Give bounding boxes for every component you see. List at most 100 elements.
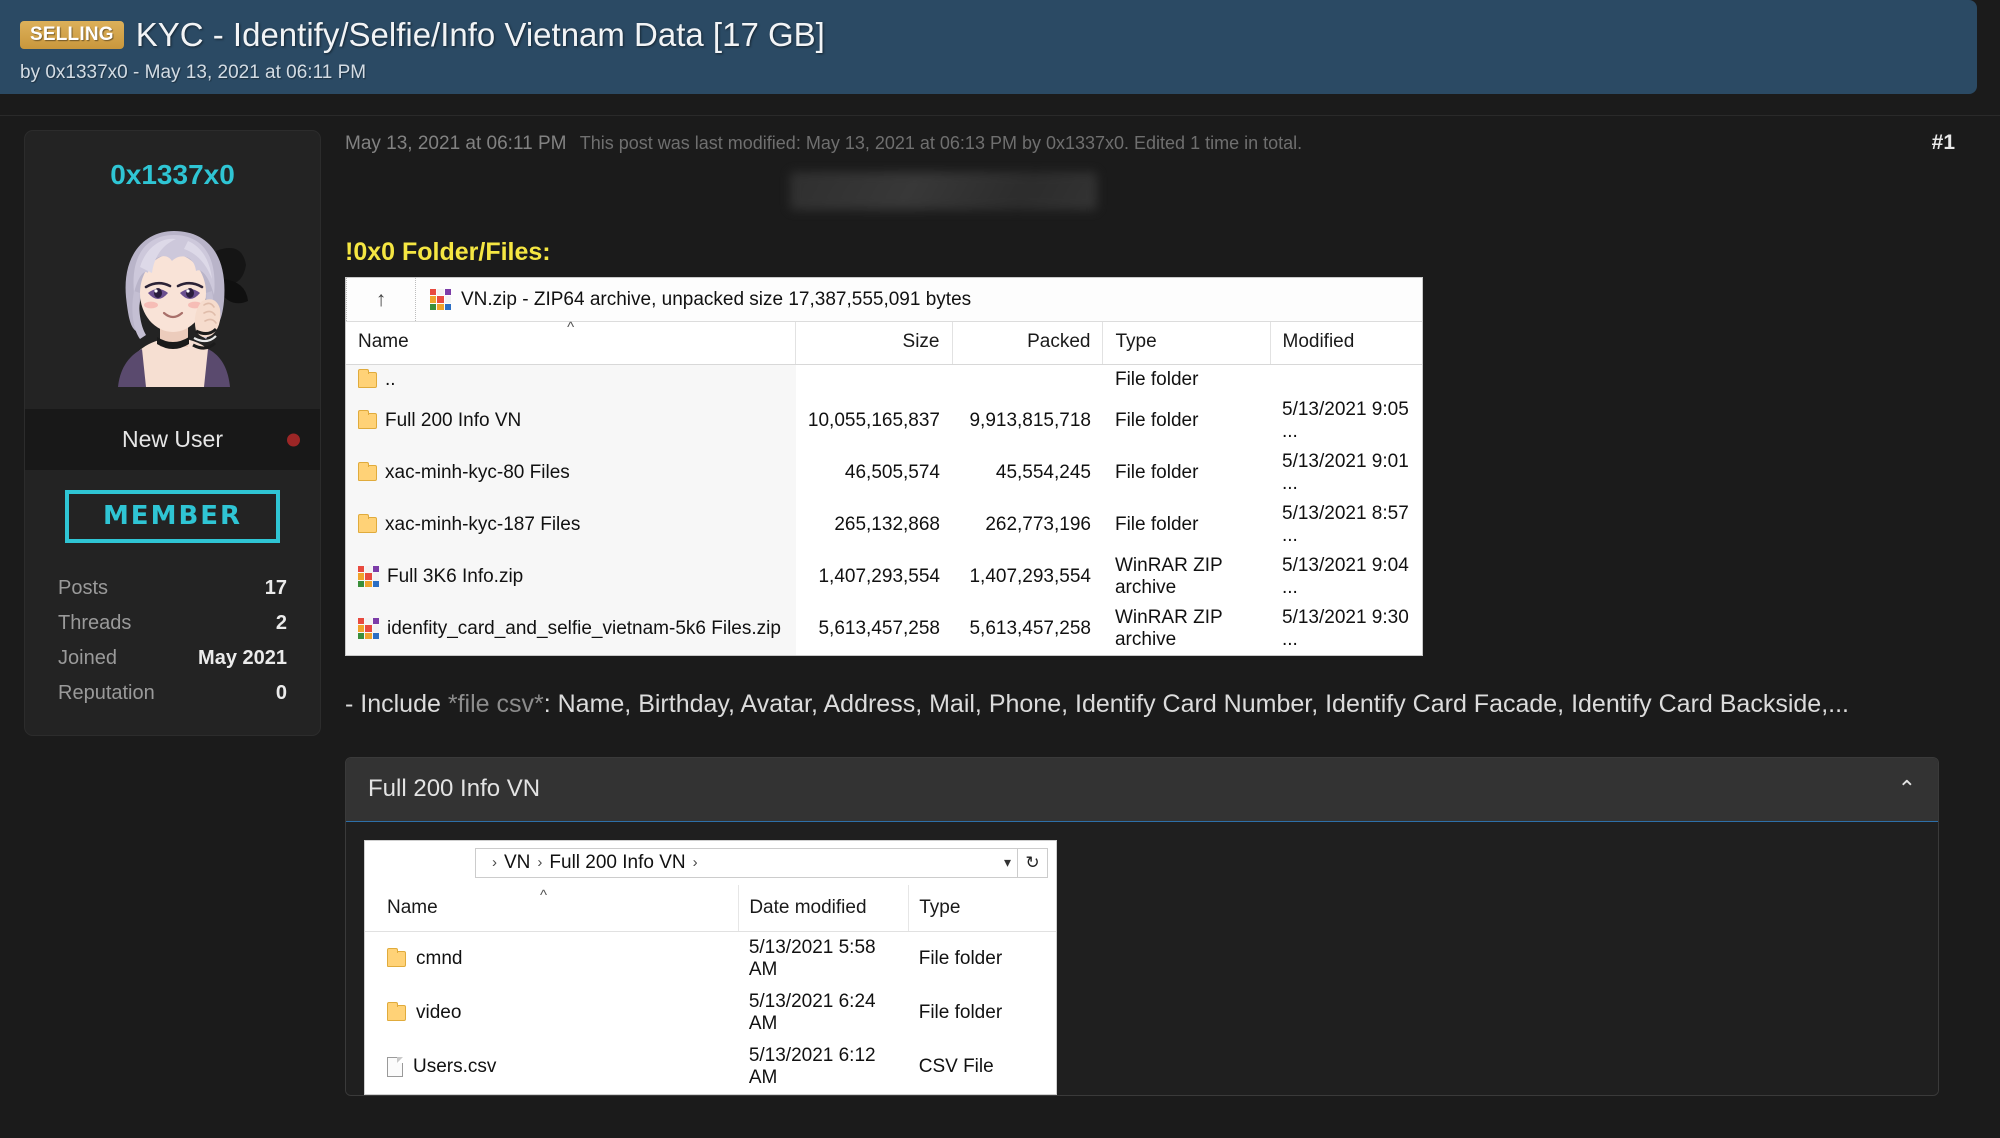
post-container: 0x1337x0 New User MEMBER Posts 17 Thread…: [0, 115, 2000, 1138]
winrar-cell-size: 5,613,457,258: [795, 602, 952, 655]
author-username[interactable]: 0x1337x0: [25, 131, 320, 209]
breadcrumb-item-full-200-info-vn[interactable]: Full 200 Info VN: [549, 852, 685, 874]
explorer-cell-type: File folder: [918, 947, 1003, 969]
winrar-cell-packed: 5,613,457,258: [952, 602, 1103, 655]
winrar-cell-type: File folder: [1102, 364, 1270, 395]
folder-icon: [358, 368, 377, 388]
chevron-down-icon[interactable]: ▾: [1004, 854, 1011, 871]
winrar-archive-path: VN.zip - ZIP64 archive, unpacked size 17…: [416, 289, 971, 311]
stat-value: 17: [264, 577, 287, 599]
paragraph-rest: : Name, Birthday, Avatar, Address, Mail,…: [543, 689, 1849, 718]
member-badge-row: MEMBER: [25, 470, 320, 565]
table-row[interactable]: cmnd 5/13/2021 5:58 AM File folder: [365, 931, 1056, 986]
file-icon: [387, 1056, 403, 1077]
winrar-archive-label: VN.zip - ZIP64 archive, unpacked size 17…: [461, 288, 972, 310]
winrar-icon: [358, 566, 379, 587]
explorer-column-type[interactable]: Type: [908, 884, 1056, 932]
folder-icon: [358, 461, 377, 481]
breadcrumb-separator: ›: [492, 854, 497, 871]
winrar-cell-name: xac-minh-kyc-187 Files: [346, 498, 796, 551]
explorer-row-name: Users.csv: [413, 1055, 497, 1077]
spoiler-body: › VN › Full 200 Info VN › ▾ ↻ ^ Name Dat…: [346, 821, 1938, 1095]
winrar-file-table: ^ Name Size Packed Type Modified .. File…: [346, 319, 1422, 655]
table-row[interactable]: Users.csv 5/13/2021 6:12 AM CSV File: [365, 1040, 1056, 1094]
refresh-icon[interactable]: ↻: [1018, 847, 1048, 878]
winrar-icon: [358, 618, 379, 639]
winrar-column-packed[interactable]: Packed: [951, 322, 1103, 365]
winrar-cell-size: [795, 364, 952, 395]
explorer-column-name[interactable]: ^ Name: [365, 884, 739, 932]
winrar-cell-name: ..: [346, 364, 796, 395]
explorer-table-body: cmnd 5/13/2021 5:58 AM File folder video…: [365, 931, 1056, 1094]
member-badge: MEMBER: [64, 490, 281, 543]
post-meta: May 13, 2021 at 06:11 PM This post was l…: [345, 133, 1302, 155]
stat-row-threads: Threads 2: [58, 606, 287, 641]
post-paragraph: - Include *file csv*: Name, Birthday, Av…: [345, 688, 1920, 721]
table-row[interactable]: xac-minh-kyc-80 Files 46,505,574 45,554,…: [346, 446, 1422, 499]
winrar-cell-name: xac-minh-kyc-80 Files: [346, 446, 796, 499]
winrar-cell-name: idenfity_card_and_selfie_vietnam-5k6 Fil…: [346, 602, 796, 655]
post-number[interactable]: #1: [1932, 131, 1955, 155]
winrar-cell-type: File folder: [1102, 394, 1270, 447]
winrar-row-name: xac-minh-kyc-187 Files: [385, 513, 581, 535]
winrar-cell-modified: 5/13/2021 9:30 ...: [1270, 602, 1422, 655]
table-row[interactable]: xac-minh-kyc-187 Files 265,132,868 262,7…: [346, 498, 1422, 551]
winrar-column-modified[interactable]: Modified: [1269, 322, 1422, 365]
winrar-row-name: xac-minh-kyc-80 Files: [385, 461, 570, 483]
spoiler-block: Full 200 Info VN ⌃ › VN › Full 200 Info …: [345, 756, 1939, 1096]
folder-icon: [387, 1001, 406, 1021]
winrar-cell-type: WinRAR ZIP archive: [1102, 550, 1270, 603]
thread-header: SELLING KYC - Identify/Selfie/Info Vietn…: [0, 0, 1977, 94]
table-row[interactable]: video 5/13/2021 6:24 AM File folder: [365, 986, 1056, 1040]
winrar-table-header-row: ^ Name Size Packed Type Modified: [346, 319, 1422, 365]
breadcrumb[interactable]: › VN › Full 200 Info VN › ▾: [475, 847, 1018, 878]
folder-icon: [358, 513, 377, 533]
winrar-cell-modified: 5/13/2021 9:04 ...: [1270, 550, 1422, 603]
winrar-screenshot: ↑ VN.zip - ZIP64 archive, unpacked size …: [345, 277, 1423, 656]
breadcrumb-item-vn[interactable]: VN: [504, 852, 530, 874]
winrar-row-name: Full 3K6 Info.zip: [387, 565, 524, 587]
sort-ascending-icon: ^: [540, 886, 548, 904]
winrar-table-body: .. File folder Full 200 Info VN 10,055,1…: [346, 364, 1422, 655]
offline-status-dot: [287, 433, 300, 446]
winrar-cell-size: 46,505,574: [795, 446, 952, 499]
explorer-cell-name: Users.csv: [365, 1040, 739, 1094]
explorer-screenshot: › VN › Full 200 Info VN › ▾ ↻ ^ Name Dat…: [364, 839, 1057, 1095]
author-rank: New User: [25, 409, 320, 470]
winrar-cell-type: File folder: [1102, 498, 1270, 551]
table-row[interactable]: idenfity_card_and_selfie_vietnam-5k6 Fil…: [346, 602, 1422, 655]
stat-label: Posts: [58, 577, 109, 599]
explorer-cell-type: CSV File: [918, 1055, 994, 1077]
winrar-cell-packed: 262,773,196: [952, 498, 1103, 551]
winrar-cell-size: 265,132,868: [795, 498, 952, 551]
winrar-cell-size: 10,055,165,837: [795, 394, 952, 447]
winrar-column-size[interactable]: Size: [795, 322, 952, 365]
author-card: 0x1337x0 New User MEMBER Posts 17 Thread…: [25, 131, 320, 735]
sort-ascending-icon: ^: [567, 319, 575, 336]
explorer-column-label: Name: [387, 896, 438, 918]
censored-content-block: [790, 172, 1097, 210]
selling-badge: SELLING: [20, 21, 124, 49]
explorer-cell-type: File folder: [918, 1001, 1003, 1023]
author-rank-label: New User: [122, 426, 223, 452]
winrar-cell-packed: 9,913,815,718: [952, 394, 1103, 447]
paragraph-emphasis: *file csv*: [447, 689, 544, 718]
spoiler-header[interactable]: Full 200 Info VN ⌃: [346, 757, 1938, 822]
winrar-cell-modified: [1270, 364, 1422, 395]
post-edited-note: This post was last modified: May 13, 202…: [579, 133, 1303, 153]
winrar-cell-packed: [952, 364, 1103, 395]
winrar-column-type[interactable]: Type: [1102, 322, 1270, 365]
folder-icon: [387, 947, 406, 967]
explorer-row-name: video: [416, 1001, 462, 1023]
table-row[interactable]: .. File folder: [346, 364, 1422, 395]
post-section-heading: !0x0 Folder/Files:: [345, 238, 551, 266]
up-arrow-icon[interactable]: ↑: [346, 278, 416, 321]
table-row[interactable]: Full 3K6 Info.zip 1,407,293,554 1,407,29…: [346, 550, 1422, 603]
table-row[interactable]: Full 200 Info VN 10,055,165,837 9,913,81…: [346, 394, 1422, 447]
chevron-up-icon[interactable]: ⌃: [1898, 777, 1916, 800]
winrar-cell-modified: 5/13/2021 8:57 ...: [1270, 498, 1422, 551]
explorer-column-date-modified[interactable]: Date modified: [738, 884, 909, 932]
winrar-column-name[interactable]: ^ Name: [346, 319, 796, 365]
page-title: KYC - Identify/Selfie/Info Vietnam Data …: [135, 16, 825, 53]
paragraph-prefix: - Include: [345, 689, 448, 718]
